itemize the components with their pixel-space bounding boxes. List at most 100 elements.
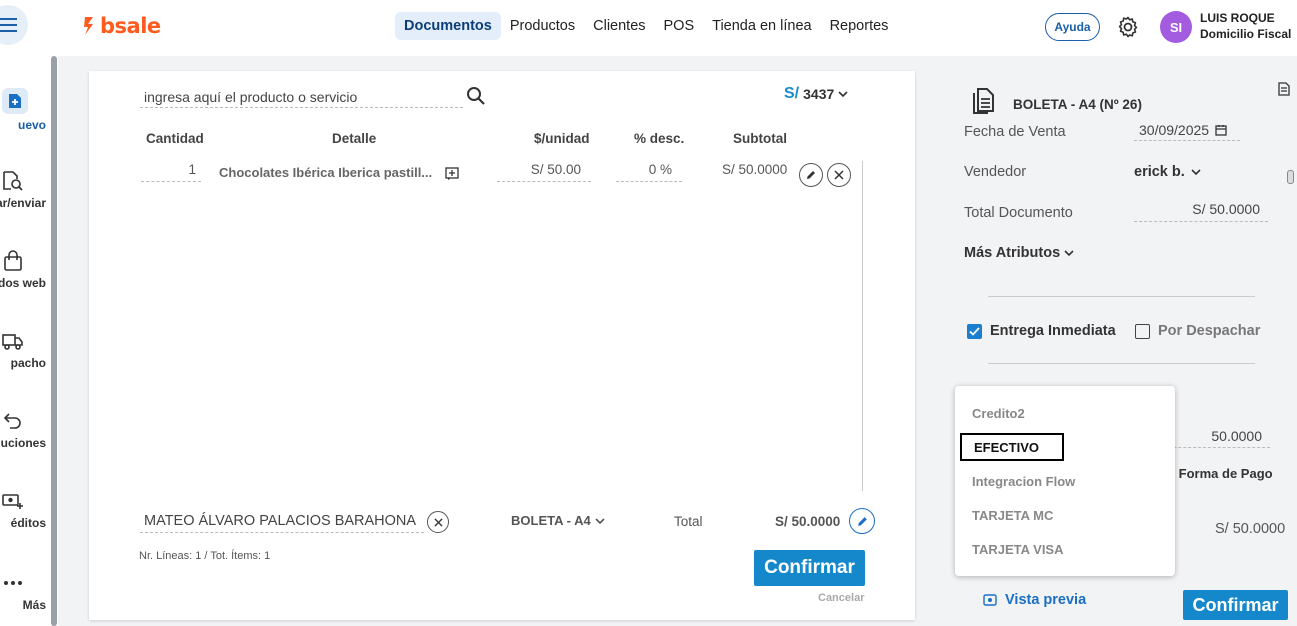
document-type-label: BOLETA - A4 <box>511 513 591 528</box>
chevron-down-icon <box>1064 250 1074 257</box>
search-icon[interactable] <box>465 85 487 107</box>
avatar[interactable]: SI <box>1160 11 1192 43</box>
chevron-down-icon <box>1191 169 1201 176</box>
return-arrow-icon <box>3 413 21 429</box>
to-dispatch-checkbox[interactable]: Por Despachar <box>1135 323 1260 339</box>
delivery-now-label: Entrega Inmediata <box>990 323 1116 339</box>
delivery-now-checkbox[interactable]: Entrega Inmediata <box>967 323 1116 339</box>
document-settings-icon[interactable] <box>1278 82 1290 96</box>
price-list-number: 3437 <box>803 86 835 102</box>
payment-option-efectivo[interactable]: EFECTIVO <box>960 433 1064 461</box>
total-label: Total <box>674 514 703 529</box>
sidebar-item-label: uevo <box>17 118 46 132</box>
lines-scrollbar[interactable] <box>862 161 863 491</box>
user-name[interactable]: LUIS ROQUE <box>1200 11 1275 25</box>
sidebar-item-pedidos-web[interactable]: dos web <box>0 250 52 290</box>
discount-input[interactable]: 0 % <box>616 162 682 182</box>
column-header-discount: % desc. <box>634 131 685 146</box>
seller-selector[interactable]: erick b. <box>1134 164 1201 180</box>
nav-productos[interactable]: Productos <box>501 12 584 40</box>
preview-link[interactable]: Vista previa <box>983 592 1086 608</box>
sidebar-item-label: Más <box>22 598 46 612</box>
pencil-icon <box>857 516 867 526</box>
sidebar-item-mas[interactable]: Más <box>0 572 52 612</box>
nav-tienda-en-linea[interactable]: Tienda en línea <box>703 12 820 40</box>
payment-option-tarjeta-visa[interactable]: TARJETA VISA <box>972 542 1064 557</box>
truck-icon <box>2 334 23 350</box>
client-input[interactable]: MATEO ÁLVARO PALACIOS BARAHONA <box>140 511 424 533</box>
seller-label: Vendedor <box>964 164 1027 180</box>
seller-value: erick b. <box>1134 164 1185 180</box>
sidebar-item-devoluciones[interactable]: luciones <box>0 410 52 450</box>
lines-info: Nr. Líneas: 1 / Tot. Ítems: 1 <box>139 550 271 562</box>
edit-line-button[interactable] <box>799 163 823 187</box>
add-payment-method-link[interactable]: r Forma de Pago <box>1170 466 1290 481</box>
cash-plus-icon <box>2 494 23 509</box>
logo-text: bsale <box>100 14 161 38</box>
more-dots-icon <box>4 581 22 585</box>
column-header-subtotal: Subtotal <box>733 131 787 146</box>
document-type-selector[interactable]: BOLETA - A4 <box>511 513 605 528</box>
sidebar-item-label: pacho <box>10 356 46 370</box>
sale-date-input[interactable]: 30/09/2025 <box>1134 120 1240 141</box>
item-detail: Chocolates Ibérica Iberica pastill... <box>219 165 433 180</box>
confirm-button[interactable]: Confirmar <box>754 550 865 586</box>
divider <box>988 363 1255 364</box>
gear-icon[interactable] <box>1116 15 1140 39</box>
bsale-logo-icon <box>82 15 96 37</box>
bsale-logo[interactable]: bsale <box>82 14 161 38</box>
add-comment-icon[interactable] <box>445 167 459 181</box>
sidebar-item-buscar-enviar[interactable]: ar/enviar <box>0 170 52 210</box>
nav-reportes[interactable]: Reportes <box>821 12 898 40</box>
sidebar-item-label: dos web <box>0 276 46 290</box>
remove-line-button[interactable] <box>827 163 851 187</box>
sidebar-item-creditos[interactable]: éditos <box>0 490 52 530</box>
quantity-input[interactable]: 1 <box>141 162 201 182</box>
checkbox-unchecked <box>1135 323 1150 339</box>
sidebar-item-label: luciones <box>0 436 46 450</box>
cancel-button[interactable]: Cancelar <box>818 592 864 604</box>
column-header-cantidad: Cantidad <box>146 131 204 146</box>
nav-pos[interactable]: POS <box>655 12 704 40</box>
menu-toggle-button[interactable] <box>0 5 28 45</box>
more-attributes-label: Más Atributos <box>964 245 1061 261</box>
price-list-selector[interactable]: S/ 3437 <box>784 85 848 103</box>
sidebar-item-despacho[interactable]: pacho <box>0 330 52 370</box>
more-attributes-toggle[interactable]: Más Atributos <box>964 245 1074 261</box>
total-document-input[interactable]: S/ 50.0000 <box>1134 201 1268 222</box>
item-subtotal: S/ 50.0000 <box>722 162 788 177</box>
payment-total: S/ 50.0000 <box>1215 521 1286 537</box>
chevron-down-icon <box>838 91 848 98</box>
edit-total-button[interactable] <box>849 508 875 534</box>
document-icon <box>973 88 994 114</box>
sale-date-label: Fecha de Venta <box>964 124 1066 140</box>
side-panel-scrollbar[interactable] <box>1287 170 1294 184</box>
top-bar: bsale Documentos Productos Clientes POS … <box>0 0 1297 56</box>
new-document-icon <box>2 88 28 114</box>
eye-icon <box>983 594 997 606</box>
payment-option-credito2[interactable]: Credito2 <box>972 406 1025 421</box>
nav-clientes[interactable]: Clientes <box>584 12 654 40</box>
document-title: BOLETA - A4 (Nº 26) <box>1013 97 1142 112</box>
chevron-down-icon <box>595 517 605 524</box>
pencil-icon <box>807 171 815 179</box>
unit-price-input[interactable]: S/ 50.00 <box>497 162 591 182</box>
payment-method-dropdown: Credito2 EFECTIVO Integracion Flow TARJE… <box>955 386 1175 576</box>
payment-option-tarjeta-mc[interactable]: TARJETA MC <box>972 508 1053 523</box>
product-search-input[interactable]: ingresa aquí el producto o servicio <box>140 86 463 108</box>
price-list-currency: S/ <box>784 85 800 102</box>
user-branch[interactable]: Domicilio Fiscal <box>1200 27 1291 41</box>
column-header-detalle: Detalle <box>332 131 377 146</box>
sale-date-value: 30/09/2025 <box>1139 122 1210 138</box>
confirm-side-button[interactable]: Confirmar <box>1183 590 1288 620</box>
calendar-icon[interactable] <box>1215 124 1227 136</box>
help-button[interactable]: Ayuda <box>1045 13 1100 41</box>
nav-documentos[interactable]: Documentos <box>395 12 501 40</box>
sidebar-item-nuevo[interactable]: uevo <box>0 88 52 132</box>
shopping-bag-icon <box>4 250 22 271</box>
checkbox-checked <box>967 323 982 339</box>
clear-client-button[interactable] <box>427 511 449 533</box>
sidebar-item-label: ar/enviar <box>0 196 46 210</box>
close-icon <box>834 170 844 180</box>
payment-option-integracion-flow[interactable]: Integracion Flow <box>972 474 1075 489</box>
